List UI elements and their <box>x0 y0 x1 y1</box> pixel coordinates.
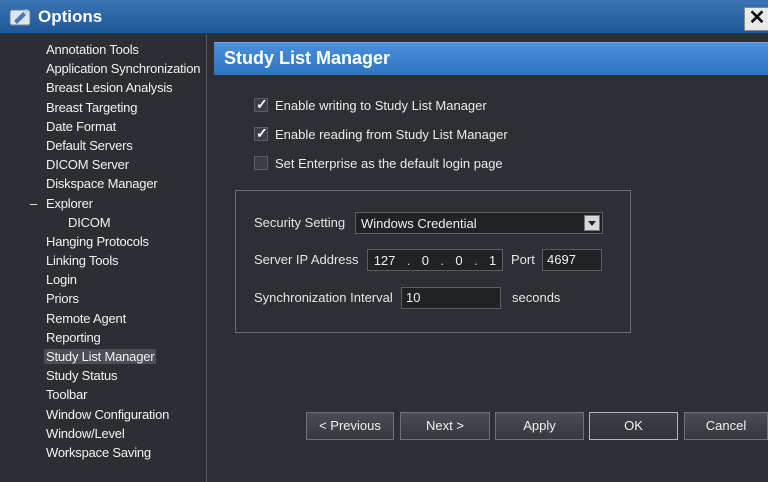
page-title: Study List Manager <box>224 48 391 68</box>
cancel-button[interactable]: Cancel <box>684 412 768 440</box>
sidebar-item-dicom-server[interactable]: DICOM Server <box>0 155 206 174</box>
server-ip-input[interactable]: 127 . 0 . 0 . 1 <box>367 249 503 271</box>
sidebar-item-reporting[interactable]: Reporting <box>0 328 206 347</box>
sidebar-item-study-status[interactable]: Study Status <box>0 366 206 385</box>
enable-writing-label: Enable writing to Study List Manager <box>275 97 487 113</box>
sidebar-item-hanging-protocols[interactable]: Hanging Protocols <box>0 232 206 251</box>
sidebar-item-breast-targeting[interactable]: Breast Targeting <box>0 98 206 117</box>
ip-octet-2[interactable]: 0 <box>422 253 429 268</box>
options-sidebar: Annotation Tools Application Synchroniza… <box>0 34 207 482</box>
enable-reading-checkbox[interactable]: ✓ <box>254 125 268 141</box>
connection-settings-group: Security Setting Windows Credential Serv… <box>235 190 631 333</box>
sidebar-item-label: Breast Lesion Analysis <box>46 80 173 96</box>
sidebar-item-remote-agent[interactable]: Remote Agent <box>0 309 206 328</box>
sidebar-item-label: Annotation Tools <box>46 42 139 57</box>
ip-separator: . <box>473 252 478 268</box>
sidebar-item-label: Window Configuration <box>46 406 170 422</box>
sidebar-item-application-synchronization[interactable]: Application Synchronization <box>0 59 206 78</box>
sidebar-item-label: Window/Level <box>46 425 125 441</box>
sidebar-item-explorer[interactable]: – Explorer <box>0 194 206 213</box>
sidebar-item-label: DICOM <box>68 214 111 230</box>
ip-octet-4[interactable]: 1 <box>489 253 496 268</box>
sidebar-item-date-format[interactable]: Date Format <box>0 117 206 136</box>
sidebar-item-label: Workspace Saving <box>46 444 151 460</box>
title-bar: Options ✕ <box>0 0 768 34</box>
close-icon: ✕ <box>748 7 766 29</box>
sidebar-item-diskspace-manager[interactable]: Diskspace Manager <box>0 174 206 193</box>
sidebar-item-label: Reporting <box>46 329 101 345</box>
sidebar-item-label: Default Servers <box>46 137 133 153</box>
sync-interval-unit: seconds <box>512 290 561 305</box>
security-setting-label: Security Setting <box>254 215 346 230</box>
sidebar-item-label: Login <box>46 272 77 288</box>
security-setting-dropdown[interactable]: Windows Credential <box>355 212 603 234</box>
enable-reading-checkbox-row[interactable]: ✓ Enable reading from Study List Manager <box>254 125 508 143</box>
close-button[interactable]: ✕ <box>744 7 768 31</box>
checkmark-icon: ✓ <box>256 96 268 112</box>
enable-writing-checkbox-row[interactable]: ✓ Enable writing to Study List Manager <box>254 96 487 114</box>
sidebar-item-label: Application Synchronization <box>46 61 201 77</box>
ip-octet-1[interactable]: 127 <box>374 253 396 268</box>
enable-writing-checkbox[interactable]: ✓ <box>254 96 268 112</box>
ip-separator: . <box>406 252 411 268</box>
options-app-icon <box>9 9 31 26</box>
enable-reading-label: Enable reading from Study List Manager <box>275 126 508 142</box>
sidebar-item-explorer-dicom[interactable]: DICOM <box>0 213 206 232</box>
checkmark-icon: ✓ <box>256 125 268 141</box>
sidebar-item-label: Study List Manager <box>44 349 157 364</box>
sync-interval-label: Synchronization Interval <box>254 290 393 305</box>
sidebar-item-workspace-saving[interactable]: Workspace Saving <box>0 443 206 462</box>
sidebar-item-label: Study Status <box>46 368 118 384</box>
sidebar-item-toolbar[interactable]: Toolbar <box>0 385 206 404</box>
sidebar-item-label: Toolbar <box>46 387 88 403</box>
sidebar-item-annotation-tools[interactable]: Annotation Tools <box>0 40 206 59</box>
ok-button[interactable]: OK <box>589 412 678 440</box>
sidebar-item-login[interactable]: Login <box>0 270 206 289</box>
sync-interval-input[interactable]: 10 <box>401 287 501 309</box>
section-header: Study List Manager <box>214 42 768 75</box>
sidebar-item-label: Priors <box>46 291 79 307</box>
sidebar-item-label: Date Format <box>46 118 117 134</box>
chevron-down-icon[interactable] <box>584 215 600 231</box>
collapse-icon[interactable]: – <box>30 194 37 213</box>
sidebar-item-breast-lesion-analysis[interactable]: Breast Lesion Analysis <box>0 78 206 97</box>
sidebar-item-label: Hanging Protocols <box>46 233 149 249</box>
port-label: Port <box>511 252 535 267</box>
apply-button[interactable]: Apply <box>495 412 584 440</box>
sidebar-item-label: Linking Tools <box>46 253 119 269</box>
sidebar-item-linking-tools[interactable]: Linking Tools <box>0 251 206 270</box>
default-login-checkbox-row[interactable]: Set Enterprise as the default login page <box>254 154 503 172</box>
sidebar-item-label: Breast Targeting <box>46 99 138 115</box>
previous-button[interactable]: < Previous <box>306 412 394 440</box>
default-login-checkbox[interactable] <box>254 156 268 170</box>
sidebar-item-window-configuration[interactable]: Window Configuration <box>0 405 206 424</box>
ip-octet-3[interactable]: 0 <box>455 253 462 268</box>
port-input[interactable]: 4697 <box>542 249 602 271</box>
sidebar-item-label: Remote Agent <box>46 310 126 326</box>
sidebar-item-window-level[interactable]: Window/Level <box>0 424 206 443</box>
sidebar-item-label: DICOM Server <box>46 157 129 173</box>
sidebar-item-label: Diskspace Manager <box>46 176 158 192</box>
sidebar-item-label: Explorer <box>46 195 93 211</box>
sidebar-item-study-list-manager[interactable]: Study List Manager <box>0 347 206 366</box>
sidebar-item-priors[interactable]: Priors <box>0 289 206 308</box>
window-title: Options <box>38 7 103 26</box>
server-ip-label: Server IP Address <box>254 252 359 267</box>
sidebar-item-default-servers[interactable]: Default Servers <box>0 136 206 155</box>
ip-separator: . <box>440 252 444 268</box>
next-button[interactable]: Next > <box>400 412 490 440</box>
security-setting-value: Windows Credential <box>361 216 477 231</box>
default-login-label: Set Enterprise as the default login page <box>275 155 503 171</box>
